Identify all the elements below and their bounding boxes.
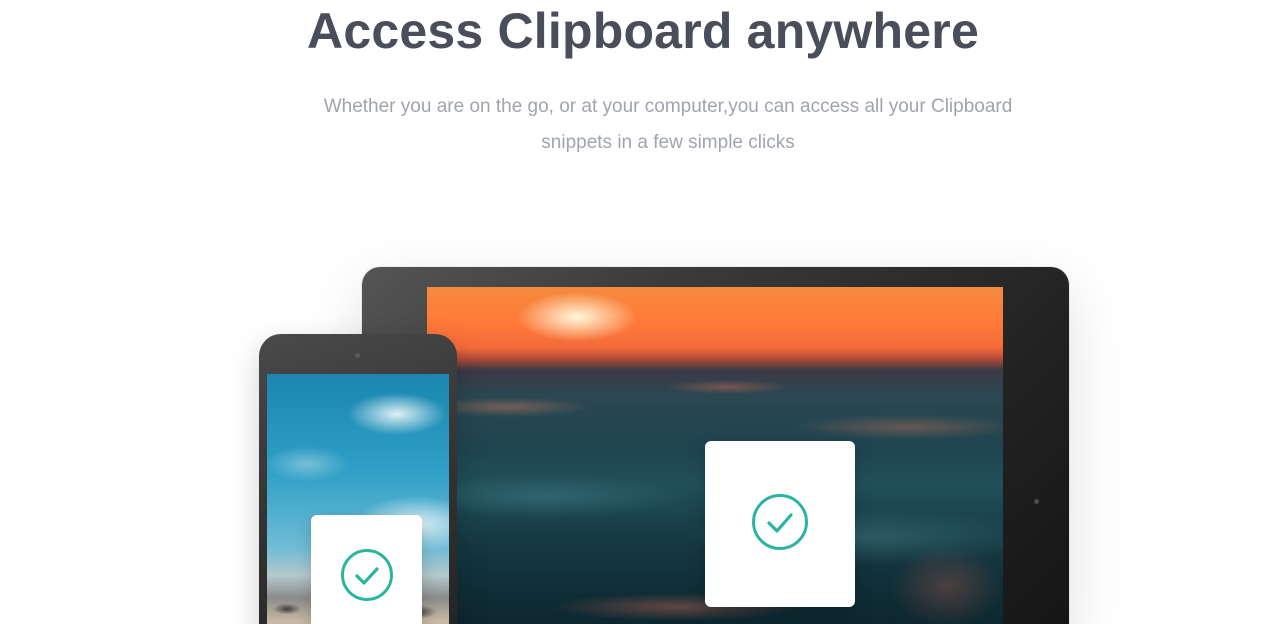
description-line-2: snippets in a few simple clicks	[541, 132, 795, 153]
section-description: Whether you are on the go, or at your co…	[293, 89, 1043, 161]
tablet-mockup	[362, 267, 1069, 624]
section-title: Access Clipboard anywhere	[307, 3, 979, 59]
phone-camera-dot	[355, 353, 360, 358]
phone-mockup	[259, 334, 457, 624]
phone-success-card	[311, 515, 422, 624]
feature-section: Access Clipboard anywhere Whether you ar…	[0, 0, 1286, 624]
check-circle-icon	[341, 549, 393, 601]
tablet-success-card	[705, 441, 855, 607]
phone-screen-image	[267, 374, 449, 624]
check-circle-icon	[752, 494, 808, 550]
tablet-camera-dot	[1034, 499, 1039, 504]
description-line-1: Whether you are on the go, or at your co…	[323, 96, 1013, 117]
tablet-screen-image	[427, 287, 1003, 624]
